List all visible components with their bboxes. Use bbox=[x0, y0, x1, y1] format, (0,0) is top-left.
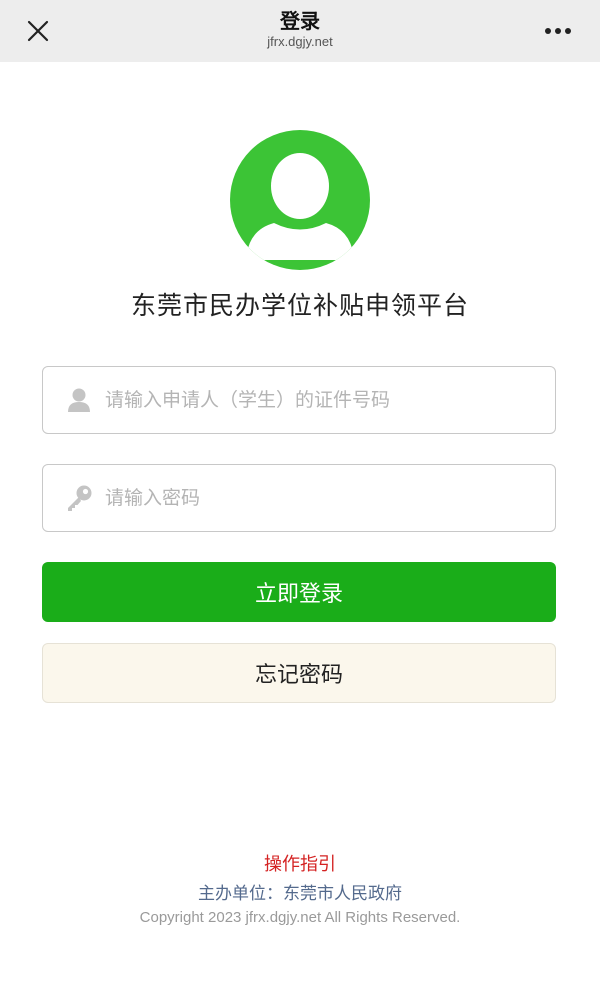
close-button[interactable] bbox=[20, 13, 56, 49]
password-input[interactable] bbox=[103, 486, 555, 510]
close-icon bbox=[27, 20, 49, 42]
copyright-text: Copyright 2023 jfrx.dgjy.net All Rights … bbox=[139, 909, 461, 926]
user-icon bbox=[63, 384, 95, 416]
operation-guide-link[interactable]: 操作指引 bbox=[0, 850, 600, 876]
page-title: 登录 bbox=[280, 9, 320, 33]
organizer-text: 主办单位：东莞市人民政府 bbox=[198, 884, 402, 904]
login-button[interactable]: 立即登录 bbox=[42, 562, 556, 622]
id-number-field[interactable] bbox=[42, 366, 556, 434]
page-domain: jfrx.dgjy.net bbox=[267, 34, 333, 49]
user-avatar-icon bbox=[230, 130, 370, 270]
title-box: 登录 jfrx.dgjy.net bbox=[150, 8, 450, 50]
password-field[interactable] bbox=[42, 464, 556, 532]
more-dots-icon bbox=[545, 28, 571, 34]
top-bar: 登录 jfrx.dgjy.net bbox=[0, 0, 600, 62]
key-icon bbox=[63, 482, 95, 514]
forgot-password-button[interactable]: 忘记密码 bbox=[42, 643, 556, 703]
id-number-input[interactable] bbox=[103, 388, 555, 412]
more-button[interactable] bbox=[536, 13, 580, 49]
platform-title: 东莞市民办学位补贴申领平台 bbox=[130, 291, 469, 320]
